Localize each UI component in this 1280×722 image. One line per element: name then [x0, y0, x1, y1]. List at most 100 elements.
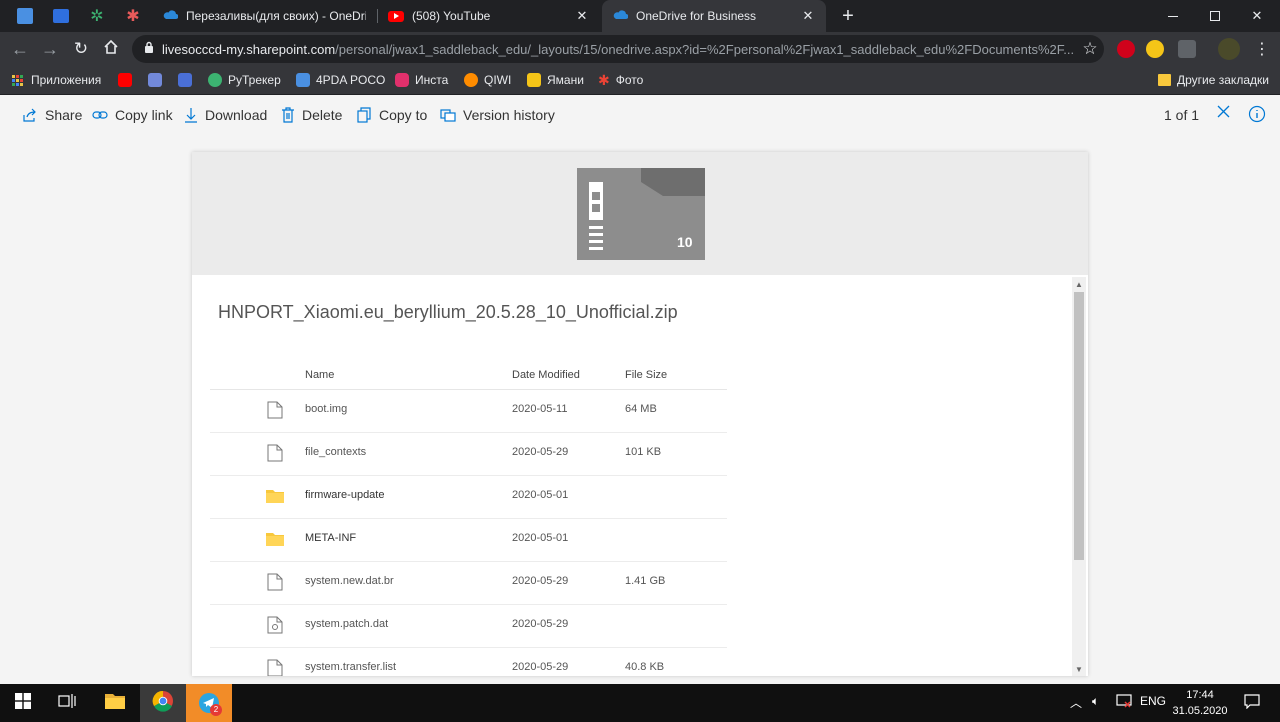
close-tab-icon[interactable]: ✕: [574, 8, 590, 24]
tab-title: (508) YouTube: [412, 9, 491, 23]
pinned-tab-4pda[interactable]: [6, 0, 44, 32]
copy-link-label: Copy link: [115, 107, 173, 123]
column-header-name[interactable]: Name: [305, 360, 334, 390]
page-counter: 1 of 1: [1164, 107, 1200, 123]
task-view-icon: [58, 693, 76, 714]
bookmark-label: Ямани: [547, 73, 584, 87]
bookmark-mail[interactable]: [178, 70, 198, 90]
preview-scrollbar[interactable]: ▲ ▼: [1072, 277, 1086, 676]
download-button[interactable]: Download: [184, 105, 267, 125]
file-size: 64 MB: [625, 403, 657, 415]
task-view-button[interactable]: [44, 684, 90, 722]
bookmark-star-button[interactable]: ☆: [1076, 35, 1104, 63]
back-button[interactable]: ←: [6, 35, 34, 63]
telegram-taskbar-button[interactable]: 2: [186, 684, 232, 722]
bookmark-4pda[interactable]: 4PDA POCO: [296, 70, 385, 90]
network-icon[interactable]: [1116, 694, 1132, 711]
home-button[interactable]: [97, 35, 125, 63]
share-label: Share: [45, 107, 83, 123]
extension-puzzle-icon[interactable]: [1178, 40, 1196, 58]
share-button[interactable]: Share: [22, 105, 82, 125]
scrollbar-thumb[interactable]: [1074, 292, 1084, 560]
bookmarks-bar: Приложения РуТрекер 4PDA POCO Инста QIWI…: [0, 66, 1280, 95]
pinned-tab-tracker[interactable]: ✲: [78, 0, 116, 32]
tab-onedrive-reuploads[interactable]: Перезаливы(для своих) - OneDrive: [152, 0, 376, 32]
table-header: Name Date Modified File Size: [210, 360, 727, 390]
file-title: HNPORT_Xiaomi.eu_beryllium_20.5.28_10_Un…: [218, 302, 678, 322]
file-explorer-button[interactable]: [92, 684, 138, 722]
notifications-button[interactable]: [1232, 684, 1272, 722]
forward-button[interactable]: →: [36, 35, 64, 63]
column-header-size[interactable]: File Size: [625, 360, 667, 390]
browser-toolbar: ← → ↻ livesocccd-my.sharepoint.com/perso…: [0, 32, 1280, 66]
close-tab-icon[interactable]: ✕: [800, 8, 816, 24]
adblock-extension-icon[interactable]: [1117, 40, 1135, 58]
table-row[interactable]: file_contexts 2020-05-29 101 KB: [210, 433, 727, 476]
copy-to-button[interactable]: Copy to: [357, 105, 427, 125]
close-window-button[interactable]: ✕: [1234, 0, 1280, 32]
system-clock[interactable]: 17:44 31.05.2020: [1168, 687, 1232, 719]
zip-preview-pane: 10 HNPORT_Xiaomi.eu_beryllium_20.5.28_10…: [192, 152, 1088, 676]
tab-youtube[interactable]: (508) YouTube ✕: [378, 0, 600, 32]
tray-expand-chevron-icon[interactable]: ︿: [1070, 694, 1082, 711]
tab-onedrive-business[interactable]: OneDrive for Business ✕: [602, 0, 826, 32]
4pda-icon: [296, 73, 310, 87]
chrome-taskbar-button[interactable]: [140, 684, 186, 722]
table-row[interactable]: system.transfer.list 2020-05-29 40.8 KB: [210, 648, 727, 676]
scroll-down-arrow-icon[interactable]: ▼: [1075, 665, 1083, 674]
table-row[interactable]: boot.img 2020-05-11 64 MB: [210, 390, 727, 433]
file-date: 2020-05-11: [512, 403, 568, 415]
table-row[interactable]: firmware-update 2020-05-01: [210, 476, 727, 519]
version-history-icon: [440, 107, 456, 123]
chrome-icon: [152, 690, 174, 717]
speaker-icon[interactable]: 🔈︎: [1092, 694, 1099, 709]
folder-name: META-INF: [305, 532, 357, 544]
kebab-menu-icon: ⋮: [1254, 41, 1270, 58]
instagram-icon: [395, 73, 409, 87]
browser-menu-button[interactable]: ⋮: [1248, 35, 1276, 63]
bookmark-label: Инста: [415, 73, 449, 87]
close-preview-button[interactable]: [1214, 105, 1232, 123]
bookmark-photos[interactable]: ✱ Фото: [598, 70, 643, 90]
copy-link-button[interactable]: Copy link: [92, 105, 173, 125]
column-header-date[interactable]: Date Modified: [512, 360, 580, 390]
new-tab-button[interactable]: +: [836, 4, 860, 28]
folder-icon: [266, 489, 284, 507]
restore-window-button[interactable]: [1192, 0, 1238, 32]
file-name: system.transfer.list: [305, 661, 397, 673]
bookmark-instagram[interactable]: Инста: [395, 70, 448, 90]
table-row[interactable]: META-INF 2020-05-01: [210, 519, 727, 562]
pinned-tab-mail[interactable]: [42, 0, 80, 32]
arrow-right-icon: →: [41, 38, 59, 59]
profile-avatar[interactable]: [1218, 38, 1240, 60]
bookmark-label: Фото: [615, 73, 644, 87]
start-button[interactable]: [0, 684, 46, 722]
pinned-tab-pinwheel[interactable]: ✱: [114, 0, 152, 32]
4pda-icon: [17, 8, 33, 24]
details-pane-button[interactable]: [1248, 105, 1266, 123]
bookmark-discord[interactable]: [148, 70, 168, 90]
table-row[interactable]: system.patch.dat 2020-05-29: [210, 605, 727, 648]
browser-tab-strip: ✲ ✱ Перезаливы(для своих) - OneDrive (50…: [0, 0, 1280, 32]
bookmark-qiwi[interactable]: QIWI: [464, 70, 511, 90]
version-history-label: Version history: [463, 107, 555, 123]
delete-button[interactable]: Delete: [281, 105, 342, 125]
rutracker-icon: [208, 73, 222, 87]
zip-icon-badge: 10: [677, 234, 693, 250]
scroll-up-arrow-icon[interactable]: ▲: [1075, 280, 1083, 289]
other-bookmarks-folder[interactable]: Другие закладки: [1158, 70, 1269, 90]
bookmark-rutracker[interactable]: РуТрекер: [208, 70, 281, 90]
bookmark-youtube[interactable]: [118, 70, 138, 90]
address-bar[interactable]: livesocccd-my.sharepoint.com/personal/jw…: [132, 35, 1104, 63]
qiwi-icon: [464, 73, 478, 87]
url-path: /personal/jwax1_saddleback_edu/_layouts/…: [335, 41, 1075, 57]
extension-icon[interactable]: [1146, 40, 1164, 58]
bookmark-yamani[interactable]: Ямани: [527, 70, 584, 90]
file-name: boot.img: [305, 403, 348, 415]
table-row[interactable]: system.new.dat.br 2020-05-29 1.41 GB: [210, 562, 727, 605]
version-history-button[interactable]: Version history: [440, 105, 555, 125]
input-language[interactable]: ENG: [1140, 694, 1166, 708]
reload-button[interactable]: ↻: [67, 35, 95, 63]
bookmark-apps[interactable]: Приложения: [12, 70, 101, 90]
minimize-window-button[interactable]: [1150, 0, 1196, 32]
